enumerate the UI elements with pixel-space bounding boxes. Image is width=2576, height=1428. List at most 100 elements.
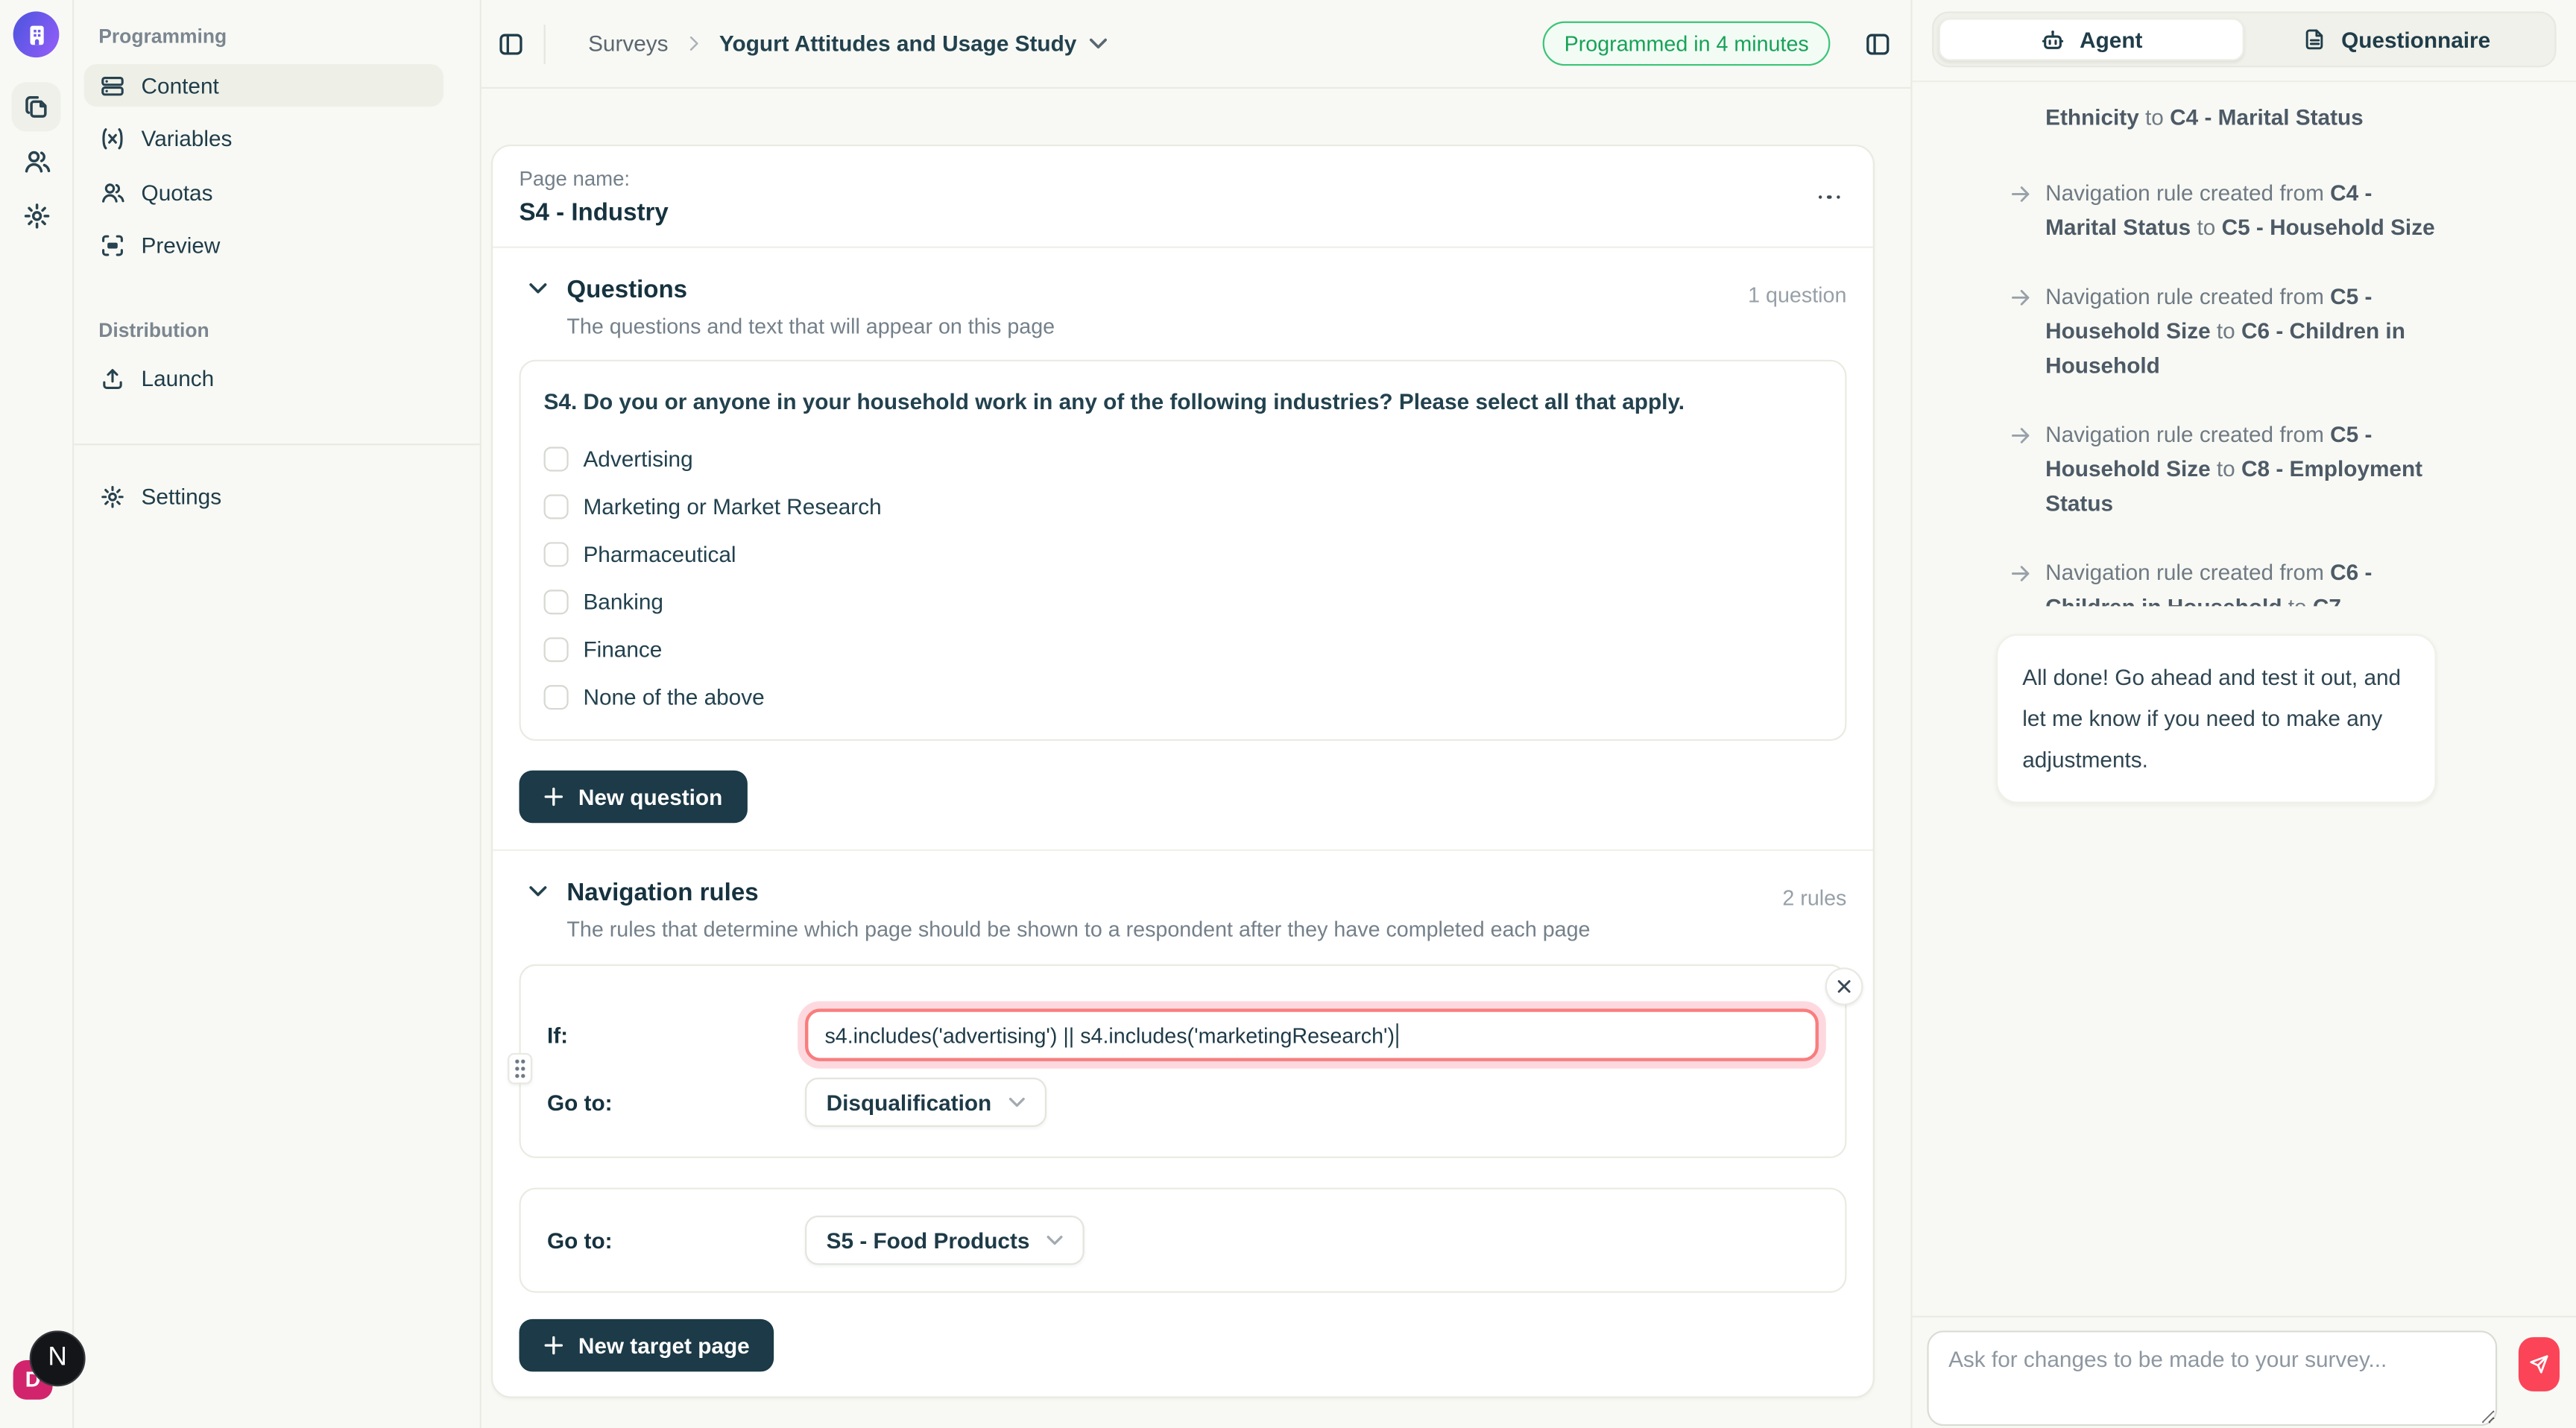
sidebar-item-label: Content bbox=[142, 73, 219, 98]
breadcrumb-current[interactable]: Yogurt Attitudes and Usage Study bbox=[719, 31, 1076, 56]
copy-pages-icon bbox=[22, 93, 50, 121]
question-block[interactable]: S4. Do you or anyone in your household w… bbox=[519, 360, 1846, 741]
text-caret bbox=[1396, 1023, 1398, 1047]
plus-icon bbox=[544, 787, 564, 806]
chevron-down-icon[interactable] bbox=[1090, 38, 1108, 49]
activity-item: Navigation rule created from C4 - Marita… bbox=[2010, 176, 2437, 245]
icon-rail: D N bbox=[0, 0, 72, 1428]
tab-questionnaire[interactable]: Questionnaire bbox=[2244, 18, 2550, 60]
questions-section-header: Questions The questions and text that wi… bbox=[493, 248, 1872, 338]
activity-item: Navigation rule created from C5 - Househ… bbox=[2010, 417, 2437, 521]
new-question-button[interactable]: New question bbox=[519, 771, 747, 824]
more-menu-icon[interactable] bbox=[1811, 189, 1846, 206]
sidebar-item-label: Launch bbox=[142, 367, 215, 391]
question-option-row: Advertising bbox=[544, 435, 1822, 483]
plus-icon bbox=[544, 1336, 564, 1355]
sidebar-item-settings[interactable]: Settings bbox=[83, 476, 443, 518]
new-target-page-button[interactable]: New target page bbox=[519, 1319, 774, 1372]
rail-settings-button[interactable] bbox=[11, 191, 60, 240]
question-option-row: Banking bbox=[544, 578, 1822, 626]
sidebar-item-variables[interactable]: Variables bbox=[83, 118, 443, 160]
new-target-page-label: New target page bbox=[578, 1333, 750, 1358]
sidebar-item-quotas[interactable]: Quotas bbox=[83, 171, 443, 213]
sidebar-item-launch[interactable]: Launch bbox=[83, 357, 443, 399]
agent-panel-header: Agent Questionnaire bbox=[1913, 0, 2576, 82]
sidebar-item-content[interactable]: Content bbox=[83, 64, 443, 107]
page-card-header: Page name: S4 - Industry bbox=[493, 146, 1872, 246]
rail-users-button[interactable] bbox=[11, 136, 60, 186]
goto-select[interactable]: Disqualification bbox=[805, 1078, 1046, 1127]
gear-icon bbox=[100, 484, 124, 509]
option-label: Marketing or Market Research bbox=[583, 494, 881, 519]
collapse-chevron-icon[interactable] bbox=[529, 282, 547, 294]
close-icon bbox=[1837, 979, 1852, 994]
goto-label: Go to: bbox=[547, 1090, 805, 1114]
robot-icon bbox=[2040, 27, 2065, 51]
rules-subtitle: The rules that determine which page shou… bbox=[566, 917, 1590, 941]
topbar: Surveys Yogurt Attitudes and Usage Study… bbox=[482, 0, 1911, 89]
agent-panel: Agent Questionnaire Ethnicity to C4 - Ma… bbox=[1910, 0, 2576, 1428]
checkbox[interactable] bbox=[544, 637, 569, 662]
right-panel-toggle-button[interactable] bbox=[1865, 31, 1891, 57]
chevron-right-icon bbox=[686, 36, 701, 51]
question-count: 1 question bbox=[1748, 276, 1846, 307]
chevron-down-icon bbox=[1046, 1235, 1062, 1245]
main-column: Surveys Yogurt Attitudes and Usage Study… bbox=[482, 0, 1911, 1428]
rows-icon bbox=[100, 73, 124, 98]
option-label: Finance bbox=[583, 637, 662, 662]
users-icon bbox=[22, 147, 50, 174]
question-option-row: Pharmaceutical bbox=[544, 531, 1822, 578]
activity-text: Navigation rule created from C6 - Childr… bbox=[2045, 560, 2372, 606]
remove-rule-button[interactable] bbox=[1825, 967, 1863, 1005]
new-question-label: New question bbox=[578, 784, 722, 809]
navigation-rule-card: Go to: S5 - Food Products bbox=[519, 1188, 1846, 1293]
page-name-label: Page name: bbox=[519, 168, 668, 191]
chat-input-bar bbox=[1913, 1315, 2576, 1428]
sidebar-toggle-button[interactable] bbox=[498, 31, 524, 57]
activity-text: Navigation rule created from C4 - Marita… bbox=[2045, 180, 2435, 239]
arrow-right-icon bbox=[2010, 423, 2033, 446]
activity-text: Ethnicity to C4 - Marital Status bbox=[2045, 105, 2364, 130]
sidebar-item-preview[interactable]: Preview bbox=[83, 224, 443, 267]
collapse-chevron-icon[interactable] bbox=[529, 885, 547, 897]
drag-handle[interactable] bbox=[508, 1053, 532, 1084]
checkbox[interactable] bbox=[544, 542, 569, 566]
goto-label: Go to: bbox=[547, 1228, 805, 1253]
page-name[interactable]: S4 - Industry bbox=[519, 199, 668, 227]
topbar-separator bbox=[544, 24, 546, 63]
checkbox[interactable] bbox=[544, 685, 569, 710]
option-label: Advertising bbox=[583, 447, 692, 472]
tab-agent[interactable]: Agent bbox=[1939, 18, 2244, 60]
sidebar: Programming Content Variables bbox=[72, 0, 482, 1428]
condition-value: s4.includes('advertising') || s4.include… bbox=[824, 1023, 1395, 1047]
status-badge: Programmed in 4 minutes bbox=[1543, 22, 1830, 66]
rail-pages-button[interactable] bbox=[11, 82, 60, 131]
dev-overlay-badge[interactable]: N bbox=[30, 1330, 86, 1386]
org-logo[interactable] bbox=[13, 11, 60, 57]
questions-subtitle: The questions and text that will appear … bbox=[566, 314, 1055, 338]
checkbox[interactable] bbox=[544, 494, 569, 519]
users-icon bbox=[100, 180, 124, 204]
activity-text: Navigation rule created from C5 - Househ… bbox=[2045, 284, 2405, 378]
editor-canvas: Page name: S4 - Industry Questions The q… bbox=[482, 89, 1911, 1427]
option-label: Pharmaceutical bbox=[583, 542, 736, 566]
navigation-rule-card: If: s4.includes('advertising') || s4.inc… bbox=[519, 964, 1846, 1158]
page-card: Page name: S4 - Industry Questions The q… bbox=[491, 145, 1875, 1398]
checkbox[interactable] bbox=[544, 590, 569, 614]
rules-section-header: Navigation rules The rules that determin… bbox=[493, 851, 1872, 941]
question-text: S4. Do you or anyone in your household w… bbox=[544, 389, 1822, 414]
panel-tabs: Agent Questionnaire bbox=[1932, 11, 2557, 67]
sidebar-item-label: Variables bbox=[142, 127, 233, 151]
sidebar-item-label: Quotas bbox=[142, 180, 213, 204]
sidebar-divider bbox=[74, 443, 479, 444]
tab-label: Questionnaire bbox=[2341, 27, 2490, 51]
checkbox[interactable] bbox=[544, 447, 569, 472]
send-button[interactable] bbox=[2519, 1336, 2560, 1391]
rules-title: Navigation rules bbox=[566, 879, 1590, 906]
chat-input[interactable] bbox=[1927, 1330, 2497, 1425]
condition-input[interactable]: s4.includes('advertising') || s4.include… bbox=[805, 1008, 1819, 1061]
goto-select[interactable]: S5 - Food Products bbox=[805, 1216, 1084, 1265]
option-label: None of the above bbox=[583, 685, 764, 710]
activity-text: Navigation rule created from C5 - Househ… bbox=[2045, 422, 2422, 516]
breadcrumb-root[interactable]: Surveys bbox=[588, 31, 669, 56]
